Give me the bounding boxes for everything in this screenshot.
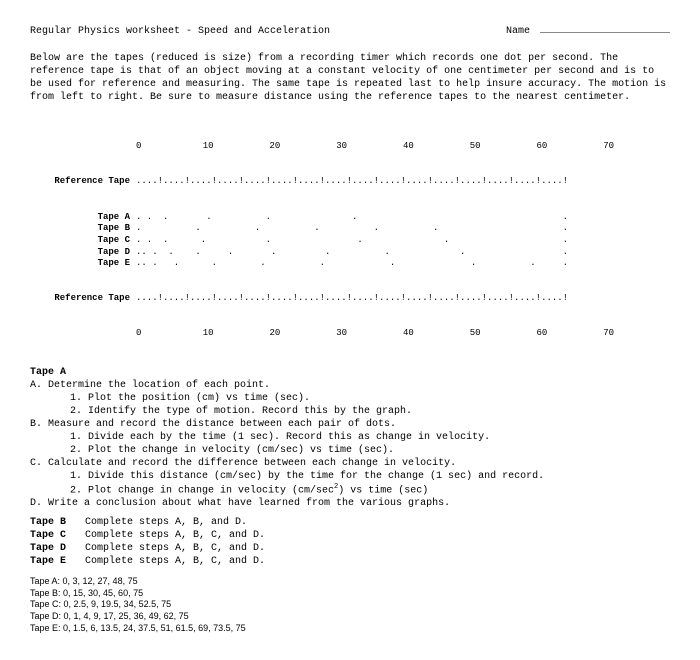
scale-tick: 60 (537, 141, 604, 153)
worksheet-title: Regular Physics worksheet - Speed and Ac… (30, 25, 330, 38)
scale-bottom: 010203040506070 (30, 328, 670, 340)
tape-steps: Tape BComplete steps A, B, and D.Tape CC… (30, 516, 670, 568)
step-text: Complete steps A, B, C, and D. (85, 542, 265, 555)
task-sub: 2. Identify the type of motion. Record t… (30, 405, 670, 418)
step-row: Tape DComplete steps A, B, C, and D. (30, 542, 670, 555)
scale-tick: 10 (203, 141, 270, 153)
step-row: Tape CComplete steps A, B, C, and D. (30, 529, 670, 542)
scale-tick: 30 (336, 141, 403, 153)
task-sub: 1. Divide this distance (cm/sec) by the … (30, 470, 670, 483)
task-sub: 2. Plot the change in velocity (cm/sec) … (30, 444, 670, 457)
scale-tick: 0 (136, 328, 203, 340)
tape-row: Tape B. . . . . . . (30, 223, 670, 235)
tape-row: Tape C. . . . . . . . (30, 235, 670, 247)
step-label: Tape D (30, 542, 85, 555)
tape-label: Tape D (30, 247, 136, 259)
header: Regular Physics worksheet - Speed and Ac… (30, 25, 670, 38)
scale-tick: 50 (470, 141, 537, 153)
step-row: Tape BComplete steps A, B, and D. (30, 516, 670, 529)
tape-pattern: . . . . . . . . (136, 235, 568, 247)
tape-pattern: .. . . . . . . . . . (136, 258, 568, 270)
reference-tape-top: Reference Tape ....!....!....!....!....!… (30, 176, 670, 188)
tape-label: Tape E (30, 258, 136, 270)
scale-tick: 70 (603, 328, 670, 340)
data-row: Tape C: 0, 2.5, 9, 19.5, 34, 52.5, 75 (30, 599, 670, 611)
scale-top: 010203040506070 (30, 141, 670, 153)
name-field: Name (506, 25, 670, 38)
scale-tick: 50 (470, 328, 537, 340)
task-sub: 1. Divide each by the time (1 sec). Reco… (30, 431, 670, 444)
data-row: Tape B: 0, 15, 30, 45, 60, 75 (30, 588, 670, 600)
scale-tick: 40 (403, 328, 470, 340)
step-label: Tape B (30, 516, 85, 529)
tape-label: Tape A (30, 212, 136, 224)
step-row: Tape EComplete steps A, B, C, and D. (30, 555, 670, 568)
reference-tape-bottom: Reference Tape ....!....!....!....!....!… (30, 293, 670, 305)
scale-tick: 10 (203, 328, 270, 340)
scale-tick: 30 (336, 328, 403, 340)
data-row: Tape A: 0, 3, 12, 27, 48, 75 (30, 576, 670, 588)
tape-row: Tape A. . . . . . . (30, 212, 670, 224)
tape-label: Tape C (30, 235, 136, 247)
step-text: Complete steps A, B, and D. (85, 516, 247, 529)
tape-diagram: 010203040506070 Reference Tape ....!....… (30, 118, 670, 352)
tape-row: Tape E.. . . . . . . . . . (30, 258, 670, 270)
data-table: Tape A: 0, 3, 12, 27, 48, 75Tape B: 0, 1… (30, 576, 670, 634)
step-label: Tape E (30, 555, 85, 568)
tape-pattern: .. . . . . . . . . . (136, 247, 568, 259)
tape-pattern: . . . . . . . (136, 223, 568, 235)
data-row: Tape D: 0, 1, 4, 9, 17, 25, 36, 49, 62, … (30, 611, 670, 623)
instructions: Tape A A. Determine the location of each… (30, 366, 670, 635)
task-sub: 1. Plot the position (cm) vs time (sec). (30, 392, 670, 405)
task-line: D. Write a conclusion about what have le… (30, 497, 670, 510)
tape-pattern: . . . . . . . (136, 212, 568, 224)
name-label: Name (506, 26, 530, 37)
task-sub: 2. Plot change in change in velocity (cm… (30, 483, 670, 497)
scale-tick: 20 (270, 141, 337, 153)
task-line: C. Calculate and record the difference b… (30, 457, 670, 470)
intro-paragraph: Below are the tapes (reduced is size) fr… (30, 52, 670, 104)
task-header: Tape A (30, 366, 670, 379)
scale-tick: 70 (603, 141, 670, 153)
scale-tick: 40 (403, 141, 470, 153)
step-text: Complete steps A, B, C, and D. (85, 529, 265, 542)
scale-tick: 60 (537, 328, 604, 340)
data-row: Tape E: 0, 1.5, 6, 13.5, 24, 37.5, 51, 6… (30, 623, 670, 635)
name-blank[interactable] (540, 32, 670, 33)
task-line: B. Measure and record the distance betwe… (30, 418, 670, 431)
scale-tick: 20 (270, 328, 337, 340)
tape-row: Tape D.. . . . . . . . . . (30, 247, 670, 259)
task-line: A. Determine the location of each point. (30, 379, 670, 392)
tape-label: Tape B (30, 223, 136, 235)
step-label: Tape C (30, 529, 85, 542)
step-text: Complete steps A, B, C, and D. (85, 555, 265, 568)
scale-tick: 0 (136, 141, 203, 153)
